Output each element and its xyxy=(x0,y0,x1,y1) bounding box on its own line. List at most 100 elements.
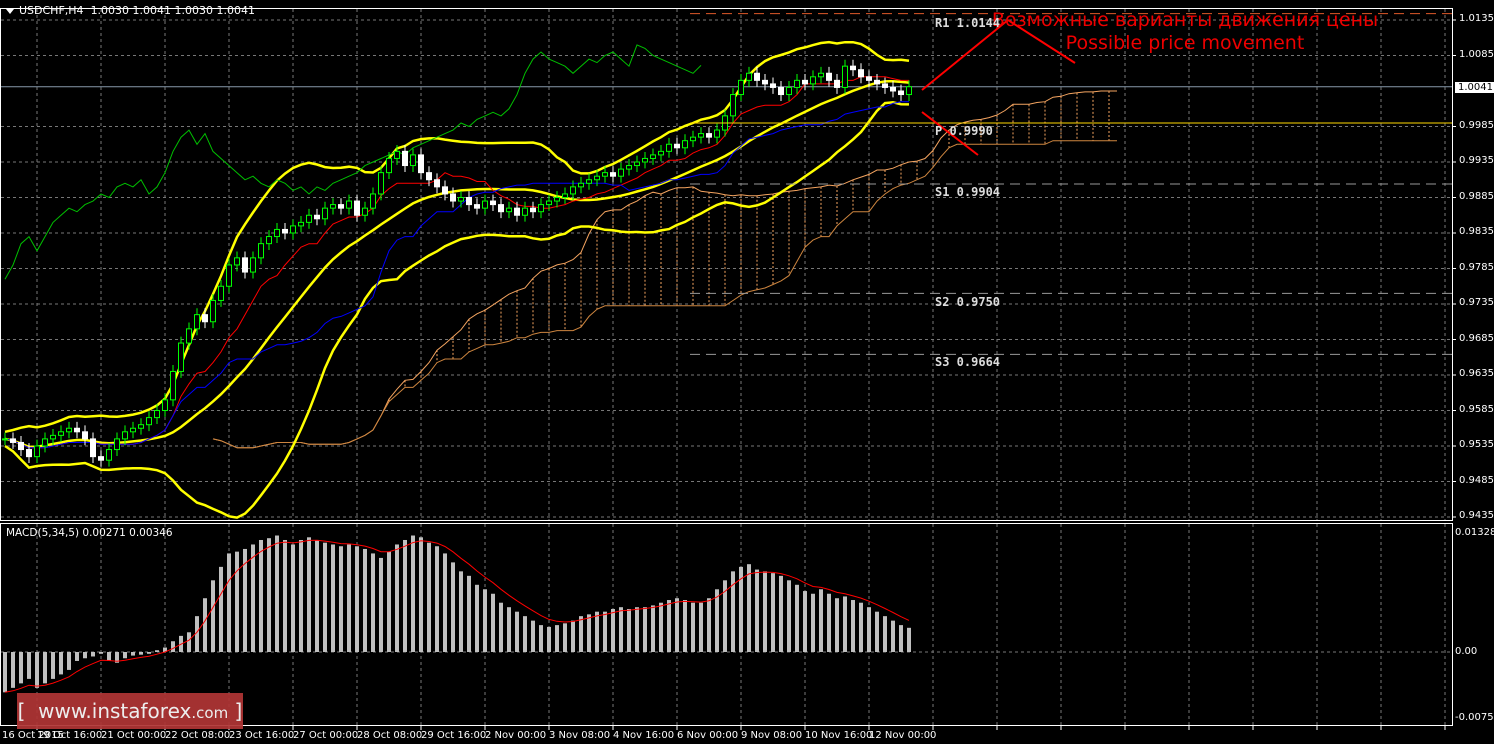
dropdown-triangle-icon[interactable] xyxy=(6,8,14,14)
price-tick: 0.9435 xyxy=(1459,510,1494,521)
macd-histogram-bar xyxy=(803,591,807,652)
macd-histogram-bar xyxy=(99,652,103,654)
time-tick: 6 Nov 00:00 xyxy=(677,730,739,741)
candle-body xyxy=(114,438,120,451)
macd-histogram-bar xyxy=(491,593,495,652)
macd-histogram-bar xyxy=(675,598,679,652)
instaforex-watermark[interactable]: [ www.instaforex.com ] xyxy=(17,693,243,729)
macd-histogram-bar xyxy=(835,598,839,652)
candle-body xyxy=(506,207,512,213)
candle-body xyxy=(850,65,856,71)
candle-body xyxy=(410,154,416,167)
macd-histogram-bar xyxy=(323,542,327,652)
macd-histogram-bar xyxy=(651,605,655,652)
candle-body xyxy=(746,72,752,81)
candle-body xyxy=(322,207,328,220)
price-tick: 0.9785 xyxy=(1459,261,1494,273)
macd-histogram-bar xyxy=(787,580,791,652)
candle-body xyxy=(634,161,640,167)
macd-histogram-bar xyxy=(19,652,23,684)
macd-histogram-bar xyxy=(403,539,407,652)
macd-histogram-bar xyxy=(251,544,255,652)
macd-histogram-bar xyxy=(643,607,647,652)
macd-histogram-bar xyxy=(267,538,271,652)
macd-histogram-bar xyxy=(35,652,39,688)
time-tick: 9 Nov 08:00 xyxy=(741,730,803,741)
candle-body xyxy=(818,72,824,78)
macd-histogram-bar xyxy=(611,608,615,652)
candle-body xyxy=(778,86,784,96)
macd-histogram-bar xyxy=(43,652,47,684)
macd-histogram-bar xyxy=(635,607,639,652)
macd-histogram-bar xyxy=(515,611,519,652)
candle-body xyxy=(586,179,592,184)
candle-body xyxy=(626,165,632,170)
time-tick: 2 Nov 00:00 xyxy=(485,730,547,741)
candle-body xyxy=(122,431,128,440)
macd-histogram-bar xyxy=(131,652,135,656)
candle-body xyxy=(418,154,424,174)
candle-body xyxy=(290,225,296,234)
pivot-label-s3: S3 0.9664 xyxy=(935,355,1001,369)
macd-histogram-bar xyxy=(275,535,279,652)
bollinger-middle xyxy=(4,79,910,449)
price-tick: 1.0135 xyxy=(1459,13,1494,24)
macd-histogram-bar xyxy=(307,537,311,652)
macd-histogram-bar xyxy=(875,611,879,652)
macd-histogram-bar xyxy=(683,600,687,652)
candle-body xyxy=(58,431,64,436)
candle-body xyxy=(730,94,736,117)
candle-body xyxy=(426,172,432,181)
macd-histogram-bar xyxy=(51,652,55,679)
chart-header: USDCHF,H4 1.0030 1.0041 1.0030 1.0041 xyxy=(6,4,255,17)
price-tick: 0.9985 xyxy=(1459,119,1494,131)
candle-body xyxy=(698,133,704,138)
candle-body xyxy=(370,193,376,209)
time-tick: 28 Oct 08:00 xyxy=(357,730,423,741)
annotation-ru: Возможные варианты движения цены xyxy=(991,9,1379,31)
candle-body xyxy=(650,154,656,159)
candle-body xyxy=(50,434,56,440)
candle-body xyxy=(682,140,688,149)
time-tick: 3 Nov 08:00 xyxy=(549,730,611,741)
candle-body xyxy=(810,76,816,85)
candle-body xyxy=(242,257,248,273)
macd-histogram-bar xyxy=(379,557,383,652)
candle-body xyxy=(898,90,904,96)
time-tick: 23 Oct 16:00 xyxy=(229,730,295,741)
candle-body xyxy=(130,427,136,433)
candle-body xyxy=(338,204,344,209)
candle-body xyxy=(154,410,160,419)
price-chart[interactable] xyxy=(0,0,1494,744)
macd-histogram-bar xyxy=(203,598,207,652)
macd-histogram-bar xyxy=(427,542,431,652)
candle-body xyxy=(786,86,792,96)
price-tick: 0.9635 xyxy=(1459,368,1494,379)
macd-label: MACD(5,34,5) 0.00271 0.00346 xyxy=(6,527,173,539)
macd-histogram-bar xyxy=(555,625,559,652)
macd-histogram-bar xyxy=(147,652,151,654)
macd-histogram-bar xyxy=(75,652,79,661)
bracket-left: [ xyxy=(17,699,26,723)
macd-histogram-bar xyxy=(475,584,479,652)
candle-body xyxy=(738,79,744,96)
watermark-tld: .com xyxy=(191,704,229,722)
time-tick: 19 Oct 16:00 xyxy=(37,730,103,741)
macd-histogram-bar xyxy=(483,589,487,652)
candle-body xyxy=(186,328,192,344)
price-tick: 0.9485 xyxy=(1459,474,1494,486)
candle-body xyxy=(610,172,616,177)
candle-body xyxy=(378,172,384,195)
candle-body xyxy=(466,197,472,206)
macd-histogram-bar xyxy=(459,571,463,652)
macd-histogram-bar xyxy=(691,602,695,652)
candle-body xyxy=(666,143,672,152)
macd-histogram-bar xyxy=(627,608,631,652)
macd-histogram-bar xyxy=(339,546,343,652)
macd-histogram-bar xyxy=(587,614,591,652)
macd-histogram-bar xyxy=(795,584,799,652)
candle-body xyxy=(618,168,624,177)
bollinger-upper xyxy=(4,40,910,434)
candle-body xyxy=(274,228,280,238)
macd-histogram-bar xyxy=(171,641,175,652)
